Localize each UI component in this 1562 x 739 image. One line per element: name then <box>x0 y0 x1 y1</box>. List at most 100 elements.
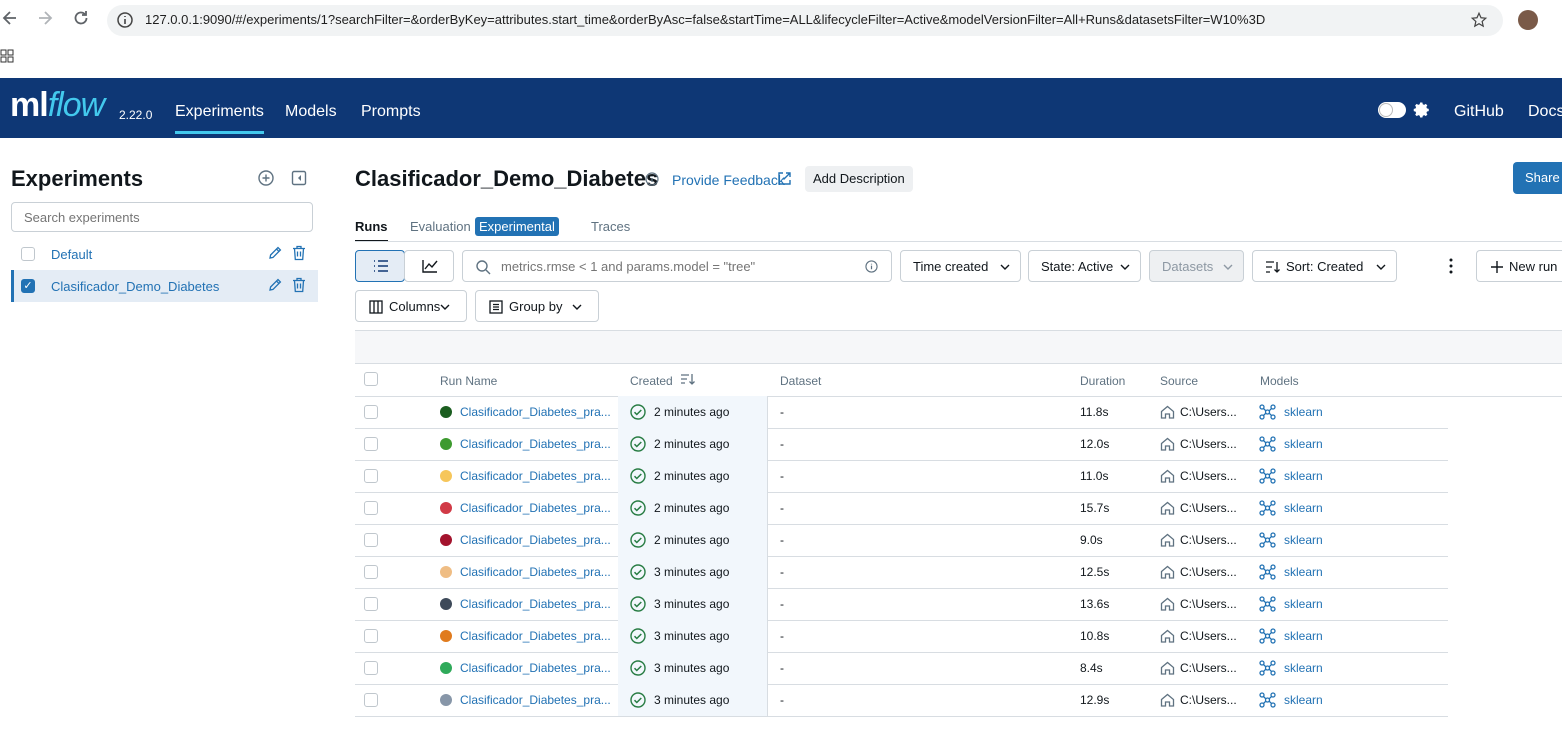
source-value[interactable]: C:\Users... <box>1180 597 1237 611</box>
run-color-dot[interactable] <box>440 630 452 642</box>
row-checkbox[interactable] <box>364 501 378 515</box>
tab-runs[interactable]: Runs <box>355 219 388 242</box>
run-name-link[interactable]: Clasificador_Diabetes_pra... <box>460 437 611 451</box>
nav-docs[interactable]: Docs <box>1528 103 1562 121</box>
site-info-icon[interactable] <box>116 11 134 29</box>
edit-icon[interactable] <box>268 278 282 292</box>
run-search-input[interactable] <box>499 258 853 275</box>
run-name-link[interactable]: Clasificador_Diabetes_pra... <box>460 533 611 547</box>
run-color-dot[interactable] <box>440 438 452 450</box>
model-link[interactable]: sklearn <box>1284 405 1323 419</box>
settings-gear-icon[interactable] <box>1413 101 1431 119</box>
provide-feedback-link[interactable]: Provide Feedback <box>672 172 785 188</box>
run-color-dot[interactable] <box>440 694 452 706</box>
run-name-link[interactable]: Clasificador_Diabetes_pra... <box>460 565 611 579</box>
run-color-dot[interactable] <box>440 406 452 418</box>
row-checkbox[interactable] <box>364 533 378 547</box>
run-name-link[interactable]: Clasificador_Diabetes_pra... <box>460 501 611 515</box>
col-models[interactable]: Models <box>1260 374 1299 388</box>
table-row[interactable]: Clasificador_Diabetes_pra... 3 minutes ag… <box>355 684 1448 717</box>
col-source[interactable]: Source <box>1160 374 1198 388</box>
nav-prompts[interactable]: Prompts <box>361 103 421 121</box>
row-checkbox[interactable] <box>364 469 378 483</box>
delete-icon[interactable] <box>292 277 306 293</box>
experiment-name[interactable]: Default <box>51 247 92 262</box>
col-created[interactable]: Created <box>630 374 673 388</box>
reload-icon[interactable] <box>72 9 90 27</box>
run-search-box[interactable] <box>462 250 892 282</box>
experiment-name[interactable]: Clasificador_Demo_Diabetes <box>51 279 219 294</box>
model-link[interactable]: sklearn <box>1284 565 1323 579</box>
table-view-button[interactable] <box>355 250 405 282</box>
run-name-link[interactable]: Clasificador_Diabetes_pra... <box>460 661 611 675</box>
source-value[interactable]: C:\Users... <box>1180 693 1237 707</box>
columns-button[interactable]: Columns <box>355 290 467 322</box>
row-checkbox[interactable] <box>364 629 378 643</box>
source-value[interactable]: C:\Users... <box>1180 629 1237 643</box>
table-row[interactable]: Clasificador_Diabetes_pra... 3 minutes ag… <box>355 652 1448 685</box>
tab-traces[interactable]: Traces <box>591 219 630 234</box>
more-options-icon[interactable] <box>1446 258 1456 274</box>
model-link[interactable]: sklearn <box>1284 661 1323 675</box>
source-value[interactable]: C:\Users... <box>1180 661 1237 675</box>
share-button[interactable]: Share <box>1513 162 1562 194</box>
experiment-checkbox[interactable] <box>21 247 35 261</box>
search-experiments-input[interactable] <box>11 202 313 232</box>
sort-dropdown[interactable]: Sort: Created <box>1252 250 1397 282</box>
time-created-dropdown[interactable]: Time created <box>900 250 1021 282</box>
run-name-link[interactable]: Clasificador_Diabetes_pra... <box>460 469 611 483</box>
table-row[interactable]: Clasificador_Diabetes_pra... 3 minutes ag… <box>355 556 1448 589</box>
add-description-button[interactable]: Add Description <box>805 166 913 192</box>
forward-icon[interactable] <box>37 8 53 28</box>
source-value[interactable]: C:\Users... <box>1180 501 1237 515</box>
model-link[interactable]: sklearn <box>1284 629 1323 643</box>
table-row[interactable]: Clasificador_Diabetes_pra... 2 minutes ag… <box>355 492 1448 525</box>
row-checkbox[interactable] <box>364 661 378 675</box>
run-color-dot[interactable] <box>440 502 452 514</box>
model-link[interactable]: sklearn <box>1284 533 1323 547</box>
table-row[interactable]: Clasificador_Diabetes_pra... 2 minutes ag… <box>355 396 1448 429</box>
delete-icon[interactable] <box>292 245 306 261</box>
run-color-dot[interactable] <box>440 566 452 578</box>
table-row[interactable]: Clasificador_Diabetes_pra... 2 minutes ag… <box>355 524 1448 557</box>
run-name-link[interactable]: Clasificador_Diabetes_pra... <box>460 693 611 707</box>
nav-models[interactable]: Models <box>285 103 337 121</box>
col-duration[interactable]: Duration <box>1080 374 1125 388</box>
bookmark-star-icon[interactable] <box>1470 11 1488 29</box>
model-link[interactable]: sklearn <box>1284 597 1323 611</box>
profile-avatar[interactable] <box>1518 10 1538 30</box>
table-row[interactable]: Clasificador_Diabetes_pra... 3 minutes ag… <box>355 620 1448 653</box>
source-value[interactable]: C:\Users... <box>1180 437 1237 451</box>
run-name-link[interactable]: Clasificador_Diabetes_pra... <box>460 629 611 643</box>
row-checkbox[interactable] <box>364 597 378 611</box>
select-all-checkbox[interactable] <box>364 372 378 386</box>
chart-view-button[interactable] <box>404 250 454 282</box>
table-row[interactable]: Clasificador_Diabetes_pra... 2 minutes ag… <box>355 428 1448 461</box>
state-dropdown[interactable]: State: Active <box>1028 250 1141 282</box>
row-checkbox[interactable] <box>364 437 378 451</box>
new-run-button[interactable]: New run <box>1476 250 1562 282</box>
row-checkbox[interactable] <box>364 693 378 707</box>
nav-experiments[interactable]: Experiments <box>175 103 264 134</box>
table-row[interactable]: Clasificador_Diabetes_pra... 3 minutes ag… <box>355 588 1448 621</box>
source-value[interactable]: C:\Users... <box>1180 565 1237 579</box>
run-name-link[interactable]: Clasificador_Diabetes_pra... <box>460 405 611 419</box>
run-color-dot[interactable] <box>440 534 452 546</box>
experiment-checkbox-checked[interactable]: ✓ <box>21 279 35 293</box>
source-value[interactable]: C:\Users... <box>1180 405 1237 419</box>
dark-mode-toggle[interactable] <box>1378 102 1406 118</box>
mlflow-logo[interactable]: mlflow <box>10 86 105 125</box>
back-icon[interactable] <box>2 8 18 28</box>
model-link[interactable]: sklearn <box>1284 501 1323 515</box>
group-by-button[interactable]: Group by <box>475 290 599 322</box>
model-link[interactable]: sklearn <box>1284 437 1323 451</box>
external-link-icon[interactable] <box>777 171 792 186</box>
run-color-dot[interactable] <box>440 470 452 482</box>
model-link[interactable]: sklearn <box>1284 469 1323 483</box>
run-name-link[interactable]: Clasificador_Diabetes_pra... <box>460 597 611 611</box>
datasets-dropdown[interactable]: Datasets <box>1149 250 1244 282</box>
source-value[interactable]: C:\Users... <box>1180 469 1237 483</box>
collapse-sidebar-icon[interactable] <box>291 170 307 186</box>
table-row[interactable]: Clasificador_Diabetes_pra... 2 minutes ag… <box>355 460 1448 493</box>
row-checkbox[interactable] <box>364 565 378 579</box>
